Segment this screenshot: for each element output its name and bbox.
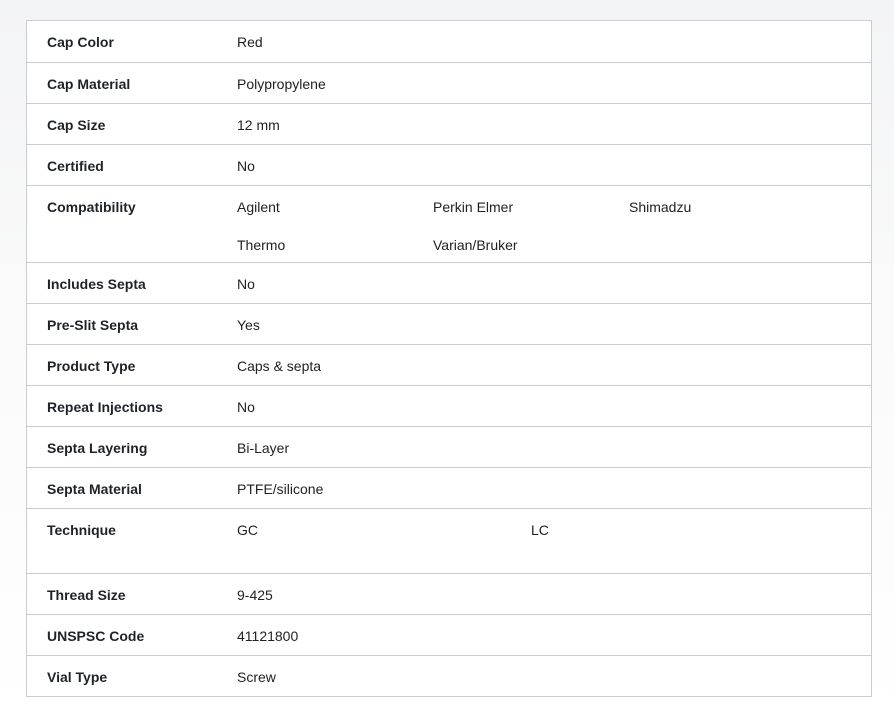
compatibility-item: Shimadzu bbox=[629, 199, 692, 215]
spec-value: Polypropylene bbox=[237, 76, 326, 92]
technique-item: GC bbox=[237, 522, 258, 538]
spec-label: Technique bbox=[47, 522, 116, 538]
spec-label: UNSPSC Code bbox=[47, 628, 145, 644]
compatibility-item: Agilent bbox=[237, 199, 280, 215]
spec-row-pre-slit-septa: Pre-Slit Septa Yes bbox=[27, 303, 871, 344]
technique-item: LC bbox=[531, 522, 549, 538]
spec-label: Product Type bbox=[47, 358, 136, 374]
spec-label: Compatibility bbox=[47, 199, 136, 215]
spec-row-septa-material: Septa Material PTFE/silicone bbox=[27, 467, 871, 508]
spec-row-thread-size: Thread Size 9-425 bbox=[27, 573, 871, 614]
spec-row-compatibility: Compatibility Agilent Perkin Elmer Shima… bbox=[27, 185, 871, 262]
spec-value: 9-425 bbox=[237, 587, 273, 603]
spec-value: No bbox=[237, 276, 255, 292]
spec-label: Vial Type bbox=[47, 669, 108, 685]
spec-row-cap-material: Cap Material Polypropylene bbox=[27, 62, 871, 103]
spec-label: Pre-Slit Septa bbox=[47, 317, 139, 333]
compatibility-item: Thermo bbox=[237, 236, 286, 253]
spec-value: Red bbox=[237, 34, 263, 50]
spec-row-product-type: Product Type Caps & septa bbox=[27, 344, 871, 385]
spec-label: Cap Color bbox=[47, 34, 114, 50]
spec-label: Cap Size bbox=[47, 117, 106, 133]
spec-value: No bbox=[237, 158, 255, 174]
spec-label: Septa Layering bbox=[47, 440, 148, 456]
spec-row-unspsc-code: UNSPSC Code 41121800 bbox=[27, 614, 871, 655]
spec-row-cap-size: Cap Size 12 mm bbox=[27, 103, 871, 144]
spec-table: Cap Color Red Cap Material Polypropylene… bbox=[26, 20, 872, 697]
spec-value-list: GC LC bbox=[237, 520, 871, 573]
spec-label: Includes Septa bbox=[47, 276, 146, 292]
spec-label: Thread Size bbox=[47, 587, 126, 603]
spec-row-septa-layering: Septa Layering Bi-Layer bbox=[27, 426, 871, 467]
spec-row-cap-color: Cap Color Red bbox=[27, 21, 871, 62]
spec-label: Septa Material bbox=[47, 481, 142, 497]
spec-value: No bbox=[237, 399, 255, 415]
spec-label: Repeat Injections bbox=[47, 399, 163, 415]
spec-value: 41121800 bbox=[237, 628, 299, 644]
spec-value: Bi-Layer bbox=[237, 440, 290, 456]
compatibility-item: Varian/Bruker bbox=[433, 236, 518, 253]
spec-value: Yes bbox=[237, 317, 260, 333]
spec-value-list: Agilent Perkin Elmer Shimadzu Thermo Var… bbox=[237, 197, 871, 262]
spec-row-repeat-injections: Repeat Injections No bbox=[27, 385, 871, 426]
spec-row-includes-septa: Includes Septa No bbox=[27, 262, 871, 303]
spec-value: 12 mm bbox=[237, 117, 280, 133]
spec-value: Screw bbox=[237, 669, 276, 685]
spec-row-vial-type: Vial Type Screw bbox=[27, 655, 871, 696]
spec-value: PTFE/silicone bbox=[237, 481, 324, 497]
spec-label: Certified bbox=[47, 158, 104, 174]
spec-row-technique: Technique GC LC bbox=[27, 508, 871, 573]
spec-value: Caps & septa bbox=[237, 358, 322, 374]
compatibility-item: Perkin Elmer bbox=[433, 199, 514, 215]
spec-row-certified: Certified No bbox=[27, 144, 871, 185]
spec-label: Cap Material bbox=[47, 76, 131, 92]
